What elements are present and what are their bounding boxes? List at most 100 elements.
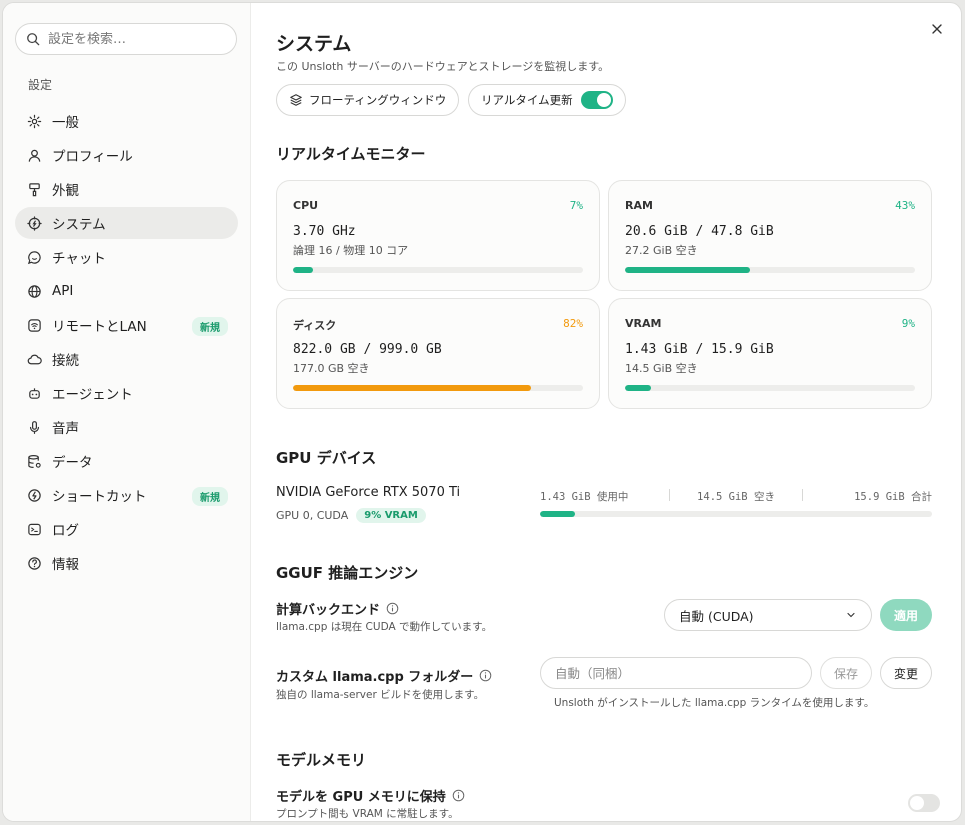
page-subtitle: この Unsloth サーバーのハードウェアとストレージを監視します。 <box>276 60 610 73</box>
card-value: 1.43 GiB / 15.9 GiB <box>625 342 774 357</box>
realtime-update-toggle[interactable] <box>580 91 613 109</box>
backend-label: 計算バックエンド <box>276 603 381 618</box>
gpu-backend: GPU 0, CUDA <box>276 509 349 522</box>
card-value: 822.0 GB / 999.0 GB <box>293 342 442 357</box>
sidebar-item-appearance[interactable]: 外観 <box>15 173 238 205</box>
info-icon[interactable] <box>479 669 492 682</box>
info-icon[interactable] <box>452 789 465 802</box>
search-box[interactable] <box>15 23 237 55</box>
card-subtext: 論理 16 / 物理 10 コア <box>293 244 409 257</box>
usage-bar <box>293 267 583 273</box>
chevron-down-icon <box>847 612 855 618</box>
sidebar-item-label: エージェント <box>52 387 133 403</box>
engine-section-title: GGUF 推論エンジン <box>276 564 419 582</box>
disk-card: ディスク 82% 822.0 GB / 999.0 GB 177.0 GB 空き <box>276 298 600 409</box>
database-icon <box>26 453 42 469</box>
terminal-icon <box>26 521 42 537</box>
usage-bar <box>293 385 583 391</box>
sidebar-item-logs[interactable]: ログ <box>15 513 238 545</box>
card-percent: 82% <box>563 317 583 330</box>
sidebar-item-label: 接続 <box>52 353 79 369</box>
gpu-total: 15.9 GiB 合計 <box>854 491 933 503</box>
folder-label-row: カスタム llama.cpp フォルダー <box>276 666 492 685</box>
bolt-icon <box>26 487 42 503</box>
card-percent: 9% <box>901 317 915 330</box>
sidebar-item-data[interactable]: データ <box>15 445 238 477</box>
backend-select[interactable]: 自動 (CUDA) <box>664 599 872 631</box>
main-panel: システム この Unsloth サーバーのハードウェアとストレージを監視します。… <box>252 3 961 821</box>
sidebar-item-label: API <box>52 283 74 299</box>
monitor-section-title: リアルタイムモニター <box>276 145 426 163</box>
sidebar-item-label: 音声 <box>52 421 79 437</box>
wifi-icon <box>26 317 42 333</box>
search-icon <box>27 33 40 46</box>
usage-bar-fill <box>293 267 314 273</box>
paintbrush-icon <box>26 181 42 197</box>
card-label: VRAM <box>625 317 662 330</box>
layers-icon <box>290 94 302 106</box>
backend-subtext: llama.cpp は現在 CUDA で動作しています。 <box>276 621 493 633</box>
chat-icon <box>26 249 42 265</box>
change-button[interactable]: 変更 <box>880 657 932 689</box>
card-value: 20.6 GiB / 47.8 GiB <box>625 224 774 239</box>
sidebar-item-remote-lan[interactable]: リモートとLAN 新規 <box>15 309 238 341</box>
gpu-name: NVIDIA GeForce RTX 5070 Ti <box>276 485 461 500</box>
keep-in-gpu-toggle[interactable] <box>908 794 940 812</box>
card-label: CPU <box>293 199 319 212</box>
sidebar-item-label: ショートカット <box>52 489 147 505</box>
card-subtext: 27.2 GiB 空き <box>625 244 698 257</box>
sidebar-item-voice[interactable]: 音声 <box>15 411 238 443</box>
gpu-used: 1.43 GiB 使用中 <box>540 491 629 503</box>
gpu-usage-bar-fill <box>540 511 576 517</box>
floating-window-label: フローティングウィンドウ <box>309 93 447 107</box>
sidebar-item-label: ログ <box>52 523 79 539</box>
sidebar-item-label: 情報 <box>52 557 79 573</box>
card-value: 3.70 GHz <box>293 224 356 239</box>
page-title: システム <box>276 33 352 55</box>
sidebar-item-shortcuts[interactable]: ショートカット 新規 <box>15 479 238 511</box>
new-badge: 新規 <box>192 317 228 336</box>
sidebar-item-about[interactable]: 情報 <box>15 547 238 579</box>
sidebar-item-label: 一般 <box>52 115 79 131</box>
info-icon[interactable] <box>386 602 399 615</box>
save-button[interactable]: 保存 <box>820 657 872 689</box>
sidebar-item-agent[interactable]: エージェント <box>15 377 238 409</box>
gpu-subtext: GPU 0, CUDA 9% VRAM <box>276 508 426 523</box>
divider <box>668 489 670 501</box>
folder-label: カスタム llama.cpp フォルダー <box>276 670 474 685</box>
realtime-update-label: リアルタイム更新 <box>481 93 573 107</box>
usage-bar <box>625 267 915 273</box>
gpu-stats: 1.43 GiB 使用中 14.5 GiB 空き 15.9 GiB 合計 <box>540 489 932 504</box>
sidebar-item-label: プロフィール <box>52 149 133 165</box>
sidebar-item-label: リモートとLAN <box>52 319 147 335</box>
sidebar-item-profile[interactable]: プロフィール <box>15 139 238 171</box>
sidebar-item-general[interactable]: 一般 <box>15 105 238 137</box>
gpu-free: 14.5 GiB 空き <box>697 491 775 503</box>
sidebar-item-label: データ <box>52 455 93 471</box>
card-label: ディスク <box>293 319 337 332</box>
folder-path-input[interactable] <box>540 657 812 689</box>
floating-window-button[interactable]: フローティングウィンドウ <box>276 84 460 116</box>
sidebar-item-chat[interactable]: チャット <box>15 241 238 273</box>
user-icon <box>26 147 42 163</box>
search-input[interactable] <box>48 31 228 47</box>
sidebar-nav: 一般 プロフィール 外観 システム チャット API リモートとLAN 新規 接… <box>15 105 238 581</box>
cpu-card: CPU 7% 3.70 GHz 論理 16 / 物理 10 コア <box>276 180 600 291</box>
bot-icon <box>26 385 42 401</box>
cpu-icon <box>26 215 42 231</box>
new-badge: 新規 <box>192 487 228 506</box>
settings-window: 設定 一般 プロフィール 外観 システム チャット <box>2 2 962 822</box>
keep-in-gpu-subtext: プロンプト間も VRAM に常駐します。 <box>276 808 459 820</box>
card-subtext: 177.0 GB 空き <box>293 362 370 375</box>
usage-bar-fill <box>625 385 652 391</box>
gpu-section-title: GPU デバイス <box>276 449 377 467</box>
usage-bar <box>625 385 915 391</box>
sidebar-item-api[interactable]: API <box>15 275 238 307</box>
cloud-icon <box>26 351 42 367</box>
close-button[interactable] <box>929 21 945 37</box>
sidebar-item-system[interactable]: システム <box>15 207 238 239</box>
sidebar-item-connections[interactable]: 接続 <box>15 343 238 375</box>
divider <box>802 489 804 501</box>
card-percent: 7% <box>569 199 583 212</box>
apply-button[interactable]: 適用 <box>880 599 932 631</box>
